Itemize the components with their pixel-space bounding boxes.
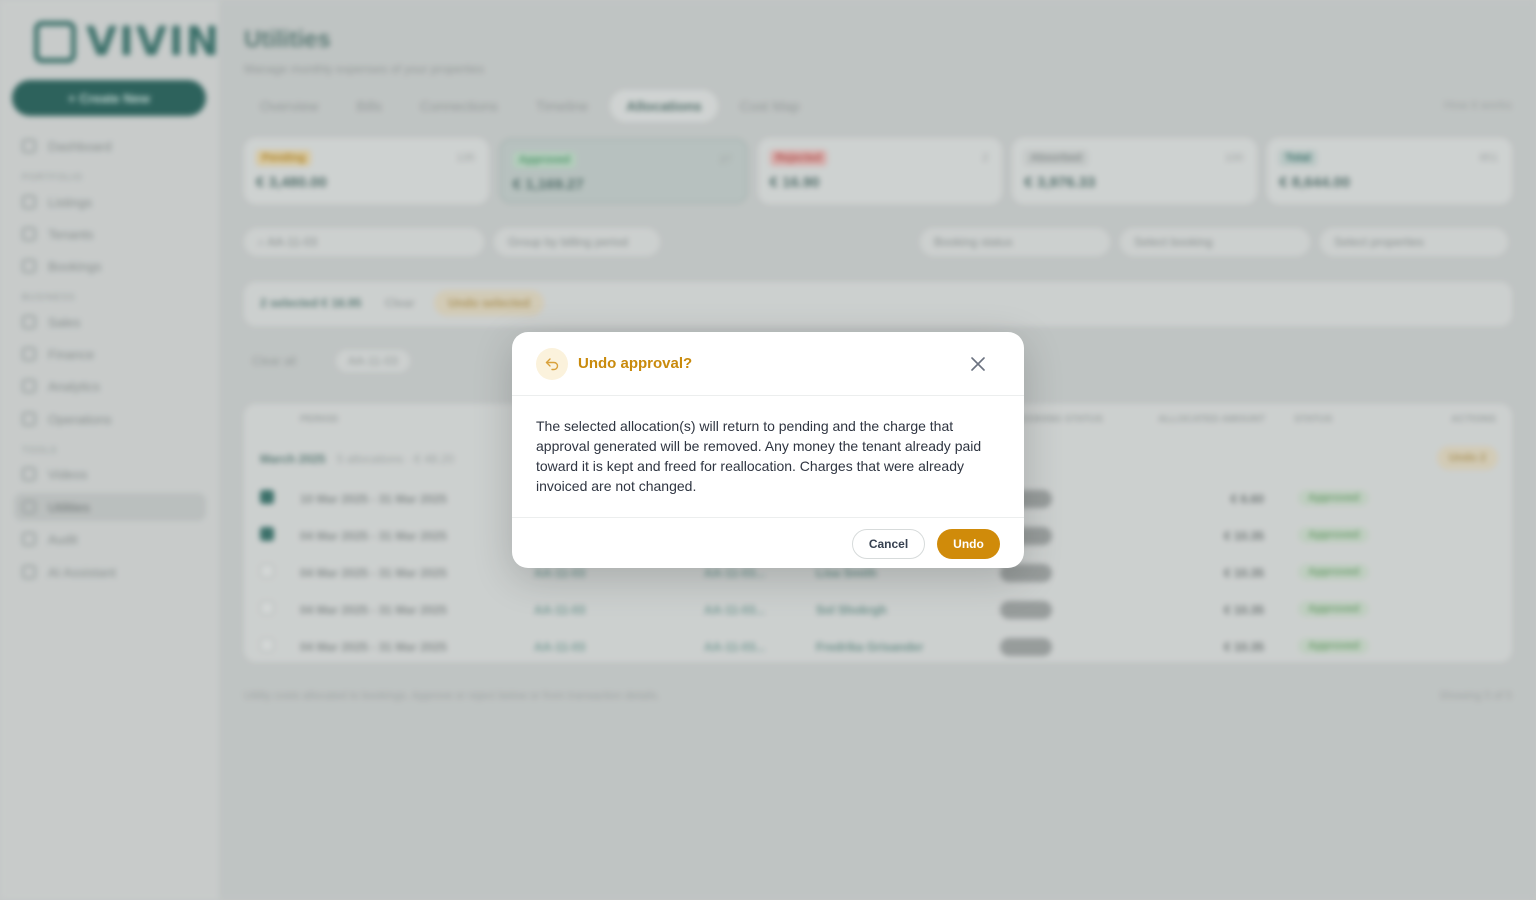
cancel-button[interactable]: Cancel <box>852 529 925 559</box>
undo-approval-dialog: Undo approval? The selected allocation(s… <box>512 332 1024 568</box>
dialog-title: Undo approval? <box>578 355 693 372</box>
undo-arrow-icon <box>536 348 568 380</box>
dialog-header: Undo approval? <box>512 332 1024 396</box>
undo-button[interactable]: Undo <box>937 529 1000 559</box>
dialog-message: The selected allocation(s) will return t… <box>536 418 982 494</box>
close-icon[interactable] <box>968 354 988 374</box>
dialog-footer: Cancel Undo <box>512 517 1024 568</box>
